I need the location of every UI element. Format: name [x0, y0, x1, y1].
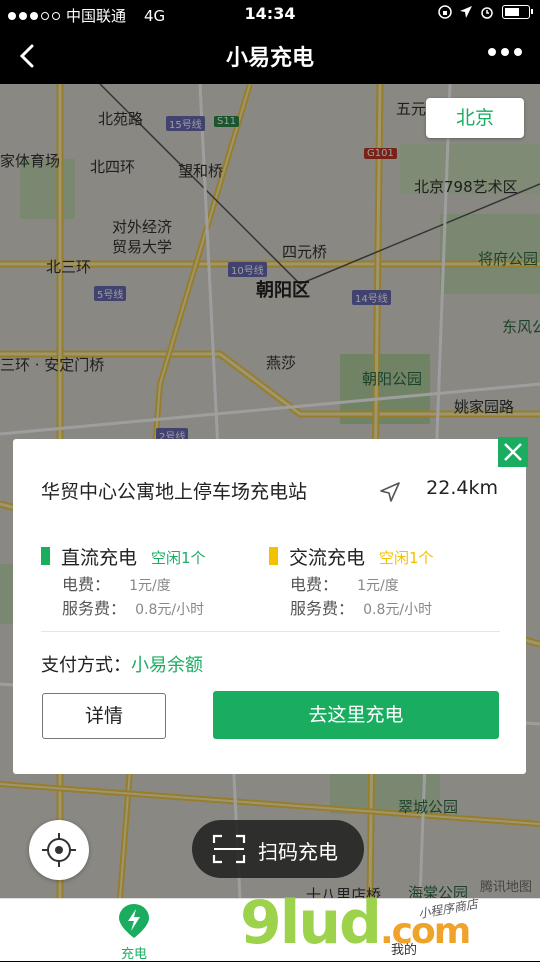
status-bar: 中国联通 4G 14:34	[0, 0, 540, 28]
status-right	[438, 5, 533, 19]
locate-me-button[interactable]	[29, 820, 89, 880]
ac-fee-label: 电费：	[290, 575, 339, 594]
ac-fee-row: 电费： 1元/度	[290, 571, 399, 595]
dc-service-value: 0.8元/小时	[135, 602, 205, 618]
dc-indicator	[41, 547, 50, 565]
dc-service-label: 服务费：	[62, 599, 127, 618]
dc-charger-name: 直流充电	[61, 547, 138, 569]
ac-indicator	[269, 547, 278, 565]
ac-service-value: 0.8元/小时	[363, 602, 433, 618]
station-card: 华贸中心公寓地上停车场充电站 22.4km 直流充电 空闲1个 电费： 1元/度…	[13, 437, 528, 774]
more-dot-icon	[501, 48, 509, 56]
scan-icon	[212, 834, 246, 864]
dc-fee-row: 电费： 1元/度	[62, 571, 171, 595]
nav-bar: 小易充电	[0, 28, 540, 84]
payment-label: 支付方式：	[41, 655, 131, 676]
payment-method: 支付方式：小易余额	[41, 651, 203, 677]
ac-charger-name: 交流充电	[289, 547, 366, 569]
watermark-main: 9lud	[240, 888, 382, 958]
station-name: 华贸中心公寓地上停车场充电站	[41, 481, 308, 503]
scan-label: 扫码充电	[258, 840, 338, 864]
ac-service-label: 服务费：	[290, 599, 355, 618]
card-divider	[41, 631, 500, 632]
ac-fee-value: 1元/度	[357, 578, 399, 594]
location-arrow-icon	[460, 6, 472, 18]
station-distance: 22.4km	[426, 477, 498, 499]
close-icon	[504, 443, 522, 461]
more-menu-button[interactable]	[488, 48, 522, 56]
page-title: 小易充电	[225, 46, 314, 71]
watermark-logo: 9lud.com	[240, 888, 471, 958]
tab-charge[interactable]: 充电	[84, 903, 184, 962]
charge-bolt-icon	[119, 904, 149, 938]
dc-idle-count: 空闲1个	[151, 549, 206, 567]
ac-idle-count: 空闲1个	[379, 549, 434, 567]
ac-service-row: 服务费： 0.8元/小时	[290, 595, 432, 619]
scan-to-charge-button[interactable]: 扫码充电	[192, 820, 364, 878]
dc-fee-label: 电费：	[62, 575, 111, 594]
navigate-to-charge-button[interactable]: 去这里充电	[213, 691, 499, 739]
close-card-button[interactable]	[498, 437, 528, 467]
dc-service-row: 服务费： 0.8元/小时	[62, 595, 204, 619]
details-button[interactable]: 详情	[42, 693, 166, 739]
alarm-icon	[481, 7, 493, 19]
dc-fee-value: 1元/度	[129, 578, 171, 594]
rotation-lock-icon	[438, 5, 452, 19]
tab-charge-label: 充电	[120, 947, 147, 962]
more-dot-icon	[514, 48, 522, 56]
map-credit: 腾讯地图	[479, 880, 532, 895]
payment-value: 小易余额	[131, 655, 203, 676]
more-dot-icon	[488, 48, 496, 56]
battery-icon	[502, 5, 533, 19]
navigation-arrow-icon	[380, 482, 400, 502]
city-selector-button[interactable]: 北京	[426, 98, 524, 138]
crosshair-icon	[42, 833, 76, 867]
